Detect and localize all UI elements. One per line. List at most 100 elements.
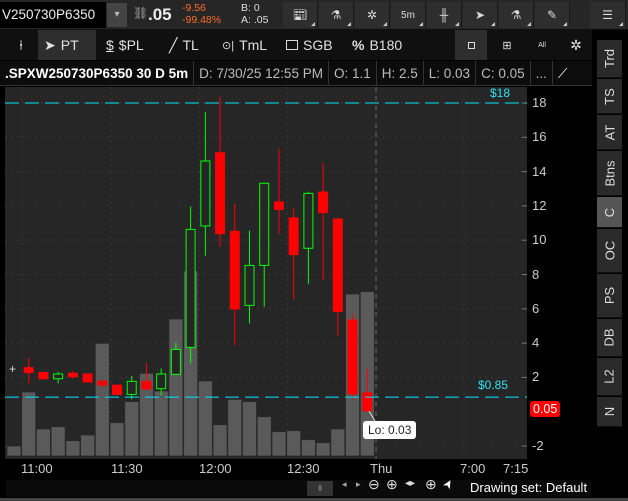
side-tab-l2[interactable]: L2 [597,358,622,396]
x-tick-label: 7:15 [503,461,529,476]
symbol-input[interactable]: V250730P6350 [0,2,106,28]
side-tab-oc[interactable]: OC [597,229,622,273]
y-tick-label: 2 [532,369,540,385]
candle-up [126,380,137,395]
percent-icon: % [352,37,365,53]
side-tab-c[interactable]: C [597,197,622,228]
level-label-18: $18 [490,86,511,100]
single-layout-button[interactable] [455,30,487,60]
volume-bar [36,428,51,457]
side-tab-db[interactable]: DB [597,319,622,357]
drawing-set-label[interactable]: Drawing set: Default [470,480,587,495]
bid: B: 0 [241,2,260,14]
tool-tml[interactable]: ⊙| TmL [216,30,273,60]
last-price: .05 [148,5,172,24]
cursor-icon: ➤ [44,36,56,53]
candle-up [244,264,255,306]
volume-bar [330,428,346,457]
more-info-button[interactable]: ... [531,60,553,86]
net-change: -9.56 -99.48% [182,2,221,26]
cursor-button[interactable]: ➤ [463,2,498,28]
y-tick-label: 4 [532,335,540,351]
x-tick-label: 7:00 [460,461,486,476]
volume-bar [94,342,110,457]
scroll-right-button[interactable]: ▸ [356,479,361,490]
side-tab-ps[interactable]: PS [597,274,622,318]
tool-label: SGB [303,37,333,53]
volume-bar [153,390,169,457]
last-price-label: 0.05 [530,401,561,417]
settings-button[interactable]: ✲ [355,2,390,28]
volume-bar [227,398,243,457]
candle-up [259,182,270,266]
chart-toggle-icon[interactable]: ⟋ [553,61,572,86]
side-tab-btns[interactable]: Btns [597,151,622,196]
symbol-dropdown-button[interactable]: ▾ [107,3,127,27]
change-percent: -99.48% [182,14,222,26]
menu-button[interactable]: ☰ [590,2,626,28]
tool-pt[interactable]: ➤ PT [38,30,96,60]
grid-icon: ⊞ [502,39,512,52]
y-tick-label: 8 [532,266,540,282]
date: D: 7/30/25 12:55 PM [194,60,329,86]
candle-down [82,373,93,383]
timeframe-button[interactable]: 5m [391,2,426,28]
candle-down [318,191,329,214]
open: O: 1.1 [329,60,377,86]
side-tab-ts[interactable]: TS [597,79,622,114]
volume-bar [286,430,302,457]
side-tab-trd[interactable]: Trd [597,40,622,78]
side-tab-label: DB [602,328,617,347]
drawing-toolbar: ⍿ ➤ PT $ $PL ╱ TL ⊙| TmL SGB % B180 ⊞ All ✲ [0,30,592,60]
price-chart[interactable] [0,87,592,459]
strategy-button[interactable]: ⚗ [499,2,534,28]
tool-tl[interactable]: ╱ TL [163,30,205,60]
candle-down [229,230,240,310]
crosshair-icon[interactable]: ⊕ [425,476,437,493]
side-tab-n[interactable]: N [597,397,622,427]
candle-down [38,371,49,380]
tool-b180[interactable]: % B180 [346,30,408,60]
drawing-icon: ✎ [546,8,558,22]
change-value: -9.56 [182,2,206,14]
pin-button[interactable]: ⍿ [4,30,38,60]
tool-spl[interactable]: $ $PL [100,30,150,60]
chart-style-button[interactable]: ╫ [427,2,462,28]
volume-bar [124,401,140,457]
volume-bar [6,445,22,457]
drawing-button[interactable]: ✎ [535,2,570,28]
y-tick-label: 10 [532,232,547,248]
side-tab-label: PS [602,286,617,305]
side-panel-tabs: Trd TS AT Btns C OC PS DB L2 N [592,30,628,470]
volume-bar [21,391,37,457]
scroll-left-button[interactable]: ◂ [342,479,347,490]
x-tick-label: 11:00 [21,461,53,476]
zoom-in-icon[interactable]: ⊕ [386,476,398,493]
link-icon[interactable]: ⛓ [133,6,148,20]
studies-button[interactable]: ⚗ [319,2,354,28]
ask: A: .05 [241,14,269,26]
grid-layout-button[interactable]: ⊞ [490,30,524,60]
candle-down [97,380,108,386]
y-tick-label: 12 [532,197,547,213]
side-tab-label: AT [602,124,617,140]
tool-sgb[interactable]: SGB [280,30,339,60]
news-button[interactable]: 📰︎ [283,2,318,28]
scroll-thumb[interactable]: ⦀ [307,481,333,496]
volume-bar [271,431,287,457]
fit-icon[interactable]: ◂▸ [405,478,415,489]
volume-bar [80,434,95,457]
side-tab-label: L2 [602,369,617,384]
chart-settings-button[interactable]: ✲ [560,30,592,60]
side-tab-at[interactable]: AT [597,115,622,150]
tool-label: PT [60,37,79,53]
all-button[interactable]: All [525,30,559,60]
candle-down [347,319,358,395]
volume-bar [256,416,272,457]
candle-up [200,160,211,227]
x-tick-label: 12:30 [287,461,320,476]
volume-bar [212,424,228,457]
zoom-out-icon[interactable]: ⊖ [368,476,380,493]
timer-icon: ⊙| [222,39,235,52]
volume-bar [109,422,125,457]
